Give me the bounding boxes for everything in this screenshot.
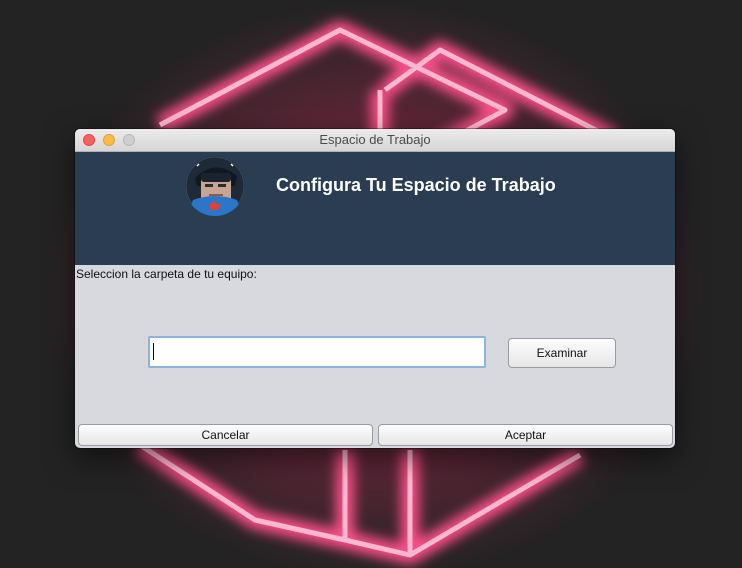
folder-prompt-label: Seleccion la carpeta de tu equipo: xyxy=(76,267,257,281)
folder-path-input[interactable] xyxy=(148,336,486,368)
title-bar[interactable]: Espacio de Trabajo xyxy=(75,129,675,152)
banner-title: Configura Tu Espacio de Trabajo xyxy=(276,175,556,195)
accept-button[interactable]: Aceptar xyxy=(378,424,673,446)
robot-mascot-icon xyxy=(185,156,245,216)
text-cursor xyxy=(153,343,154,360)
browse-button[interactable]: Examinar xyxy=(508,338,616,368)
header-banner: Configura Tu Espacio de Trabajo xyxy=(75,152,675,265)
workspace-dialog: Espacio de Trabajo Configura Tu Espacio … xyxy=(75,129,675,448)
cancel-button[interactable]: Cancelar xyxy=(78,424,373,446)
window-title: Espacio de Trabajo xyxy=(319,132,431,147)
